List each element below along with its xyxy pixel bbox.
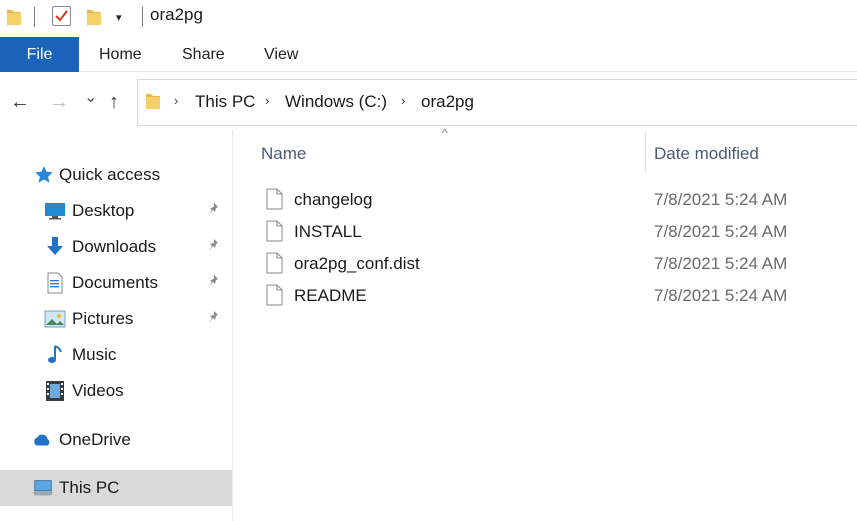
- pin-icon[interactable]: [207, 310, 221, 329]
- file-date-modified: 7/8/2021 5:24 AM: [654, 190, 788, 209]
- sidebar-item-onedrive[interactable]: OneDrive: [0, 422, 232, 458]
- file-name: changelog: [294, 190, 373, 209]
- sidebar-item-documents[interactable]: Documents: [0, 265, 232, 301]
- sidebar-item-label: Downloads: [72, 237, 157, 256]
- sidebar-item-this-pc[interactable]: This PC: [0, 470, 232, 506]
- title-separator: [142, 7, 143, 27]
- sidebar-item-label: Documents: [72, 273, 158, 292]
- address-bar[interactable]: › This PC › Windows (C:) › ora2pg: [137, 79, 857, 126]
- file-row[interactable]: README 7/8/2021 5:24 AM: [240, 281, 857, 313]
- sidebar-item-downloads[interactable]: Downloads: [0, 229, 232, 265]
- sort-ascending-icon: ^: [442, 126, 448, 140]
- tab-home[interactable]: Home: [99, 37, 142, 72]
- ribbon-tabs: File Home Share View: [0, 37, 857, 72]
- file-name: INSTALL: [294, 222, 362, 241]
- sidebar-item-desktop[interactable]: Desktop: [0, 193, 232, 229]
- column-header-name[interactable]: Name: [261, 144, 306, 164]
- column-divider[interactable]: [645, 131, 646, 173]
- music-note-icon: [44, 344, 66, 366]
- file-icon: [266, 284, 283, 306]
- window-title: ora2pg: [150, 5, 203, 24]
- documents-icon: [44, 272, 66, 294]
- file-icon: [266, 252, 283, 274]
- file-row[interactable]: ora2pg_conf.dist 7/8/2021 5:24 AM: [240, 249, 857, 281]
- file-name: README: [294, 286, 367, 305]
- tab-share[interactable]: Share: [182, 37, 225, 72]
- forward-arrow-icon[interactable]: →: [49, 90, 69, 114]
- file-row[interactable]: changelog 7/8/2021 5:24 AM: [240, 185, 857, 217]
- breadcrumb-chevron-icon[interactable]: ›: [174, 93, 178, 108]
- pictures-icon: [44, 308, 66, 330]
- properties-check-icon[interactable]: [52, 6, 71, 26]
- column-header-date-modified[interactable]: Date modified: [654, 144, 759, 164]
- sidebar-item-label: Music: [72, 345, 117, 364]
- star-icon: [33, 164, 55, 186]
- pin-icon[interactable]: [207, 202, 221, 221]
- up-arrow-icon[interactable]: ↑: [109, 90, 119, 114]
- desktop-icon: [44, 200, 66, 222]
- pin-icon[interactable]: [207, 238, 221, 257]
- file-date-modified: 7/8/2021 5:24 AM: [654, 222, 788, 241]
- new-folder-icon[interactable]: [86, 7, 102, 32]
- breadcrumb-ora2pg[interactable]: ora2pg: [421, 92, 474, 112]
- folder-icon[interactable]: [6, 7, 22, 32]
- computer-icon: [32, 477, 54, 499]
- download-arrow-icon: [44, 236, 66, 258]
- pin-icon[interactable]: [207, 274, 221, 293]
- sidebar-item-quick-access[interactable]: Quick access: [0, 157, 232, 193]
- breadcrumb-this-pc[interactable]: This PC: [195, 92, 255, 112]
- tab-file[interactable]: File: [0, 37, 79, 72]
- breadcrumb-windows-c[interactable]: Windows (C:): [285, 92, 387, 112]
- back-arrow-icon[interactable]: ←: [10, 90, 30, 114]
- sidebar-item-pictures[interactable]: Pictures: [0, 301, 232, 337]
- file-date-modified: 7/8/2021 5:24 AM: [654, 254, 788, 273]
- tab-view[interactable]: View: [264, 37, 298, 72]
- breadcrumb-chevron-icon[interactable]: ›: [401, 93, 405, 108]
- sidebar-item-videos[interactable]: Videos: [0, 373, 232, 409]
- title-bar: ▾ ora2pg: [0, 0, 857, 34]
- sidebar-item-label: Quick access: [59, 165, 161, 184]
- file-icon: [266, 220, 283, 242]
- file-icon: [266, 188, 283, 210]
- cloud-icon: [31, 429, 53, 451]
- film-icon: [44, 380, 66, 402]
- customize-dropdown-icon[interactable]: ▾: [116, 11, 122, 24]
- sidebar-item-label: Videos: [72, 381, 124, 400]
- sidebar-item-label: This PC: [59, 478, 120, 497]
- recent-locations-chevron-icon[interactable]: ⌄: [84, 86, 97, 110]
- sidebar-item-label: Pictures: [72, 309, 134, 328]
- navigation-pane: Quick access Desktop Downloads Documents: [0, 130, 233, 521]
- toolbar-separator: [34, 7, 35, 27]
- file-date-modified: 7/8/2021 5:24 AM: [654, 286, 788, 305]
- breadcrumb-chevron-icon[interactable]: ›: [265, 93, 269, 108]
- file-name: ora2pg_conf.dist: [294, 254, 420, 273]
- sidebar-item-music[interactable]: Music: [0, 337, 232, 373]
- file-row[interactable]: INSTALL 7/8/2021 5:24 AM: [240, 217, 857, 249]
- folder-icon: [145, 91, 161, 116]
- sidebar-item-label: Desktop: [72, 201, 135, 220]
- sidebar-item-label: OneDrive: [59, 430, 131, 449]
